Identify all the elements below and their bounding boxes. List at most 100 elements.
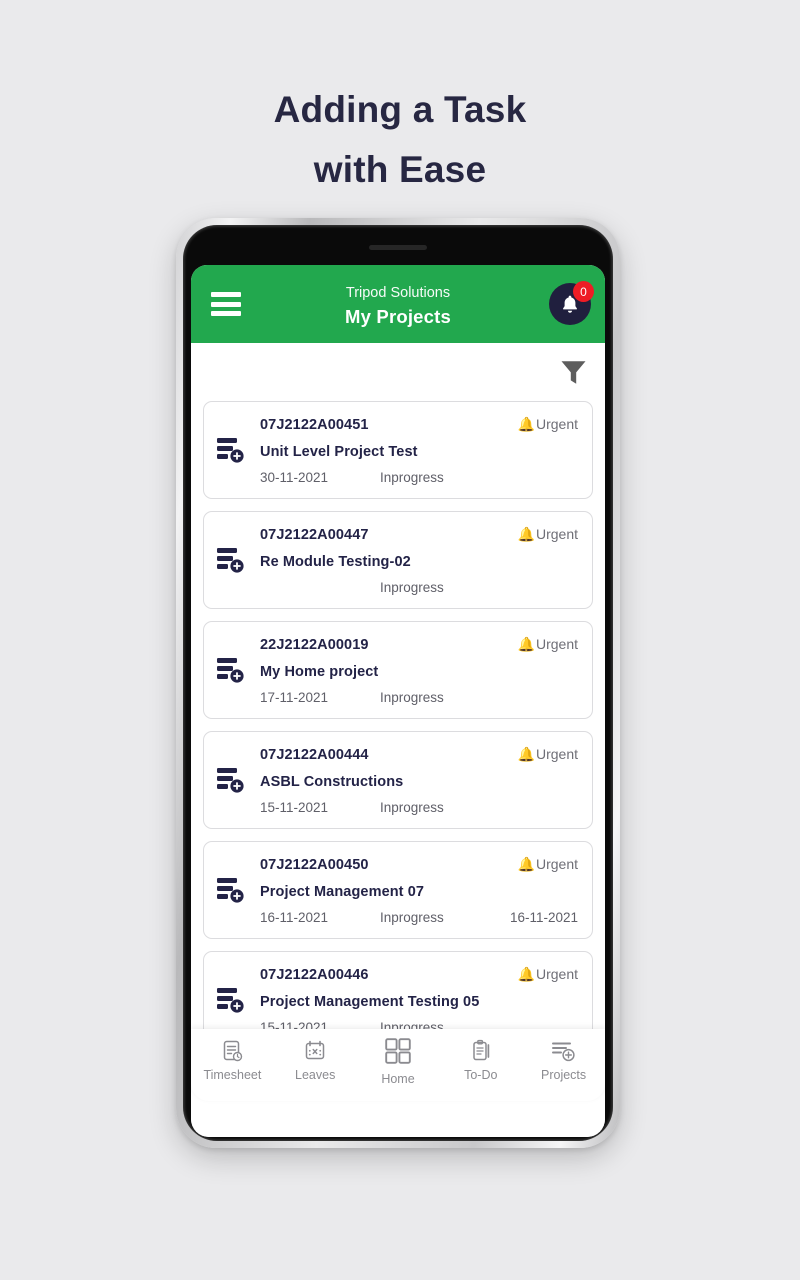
project-card[interactable]: 07J2122A00451 🔔 Urgent Unit Level Project… — [203, 401, 593, 499]
project-end-date — [488, 690, 578, 705]
nav-label: Projects — [541, 1068, 587, 1082]
bottom-navigation-bar: Timesheet Leaves Home To-Do Projects — [191, 1029, 605, 1101]
project-add-icon — [214, 545, 248, 575]
project-name: Re Module Testing-02 — [260, 553, 411, 570]
project-end-date — [488, 580, 578, 595]
project-card-body: 22J2122A00019 🔔 Urgent My Home project 17… — [260, 636, 578, 705]
priority-label: Urgent — [535, 415, 578, 432]
clipboard-clock-icon — [220, 1037, 244, 1065]
project-code: 07J2122A00446 — [260, 966, 369, 983]
bell-emoji-icon: 🔔 — [517, 855, 535, 872]
project-name: ASBL Constructions — [260, 773, 404, 790]
project-meta-row: Inprogress — [260, 580, 578, 595]
project-card-header: 07J2122A00451 🔔 Urgent — [260, 416, 578, 433]
project-meta-row: 15-11-2021 Inprogress — [260, 800, 578, 815]
project-add-icon — [214, 765, 248, 795]
filter-toolbar — [191, 343, 605, 401]
project-start-date: 15-11-2021 — [260, 799, 329, 815]
nav-item-leaves[interactable]: Leaves — [277, 1037, 353, 1082]
project-card-body: 07J2122A00451 🔔 Urgent Unit Level Project… — [260, 416, 578, 485]
nav-item-home[interactable]: Home — [360, 1037, 436, 1086]
project-card-header: 07J2122A00450 🔔 Urgent — [260, 856, 578, 873]
bell-emoji-icon: 🔔 — [517, 965, 535, 982]
nav-label: Timesheet — [203, 1068, 262, 1082]
project-name: Project Management Testing 05 — [260, 993, 480, 1010]
nav-item-timesheet[interactable]: Timesheet — [194, 1037, 270, 1082]
app-screen: Tripod Solutions My Projects 0 07J2122A0… — [191, 265, 605, 1137]
project-status: Inprogress — [380, 469, 444, 485]
project-card-list[interactable]: 07J2122A00451 🔔 Urgent Unit Level Project… — [191, 401, 605, 1137]
priority-badge: 🔔 Urgent — [518, 636, 578, 652]
project-add-icon — [551, 1037, 577, 1065]
notification-button[interactable]: 0 — [549, 281, 594, 325]
priority-badge: 🔔 Urgent — [518, 966, 578, 982]
project-status: Inprogress — [380, 689, 444, 705]
project-name: My Home project — [260, 663, 379, 680]
project-card-header: 07J2122A00446 🔔 Urgent — [260, 966, 578, 983]
app-header-bar: Tripod Solutions My Projects 0 — [191, 265, 605, 343]
page-title: Adding a Task with Ease — [0, 80, 800, 200]
bell-emoji-icon: 🔔 — [517, 635, 535, 652]
nav-label: To-Do — [464, 1068, 498, 1082]
calendar-icon — [303, 1037, 327, 1065]
priority-label: Urgent — [535, 635, 578, 652]
app-header-titles: Tripod Solutions My Projects — [191, 278, 605, 330]
project-status: Inprogress — [380, 579, 444, 595]
project-card-body: 07J2122A00446 🔔 Urgent Project Management… — [260, 966, 578, 1035]
bell-emoji-icon: 🔔 — [517, 415, 535, 432]
project-end-date: 16-11-2021 — [509, 909, 578, 925]
project-meta-row: 16-11-2021 Inprogress 16-11-2021 — [260, 910, 578, 925]
project-card[interactable]: 07J2122A00447 🔔 Urgent Re Module Testing-… — [203, 511, 593, 609]
phone-speaker-grille — [369, 245, 427, 250]
nav-item-projects[interactable]: Projects — [526, 1037, 602, 1082]
priority-badge: 🔔 Urgent — [518, 746, 578, 762]
project-end-date — [488, 800, 578, 815]
project-start-date — [260, 580, 380, 595]
project-start-date: 30-11-2021 — [260, 469, 329, 485]
bell-emoji-icon: 🔔 — [517, 525, 535, 542]
project-card[interactable]: 07J2122A00444 🔔 Urgent ASBL Constructions… — [203, 731, 593, 829]
page-title-line-2: with Ease — [313, 149, 487, 190]
project-card-body: 07J2122A00450 🔔 Urgent Project Management… — [260, 856, 578, 925]
project-start-date: 17-11-2021 — [260, 689, 329, 705]
project-add-icon — [214, 435, 248, 465]
project-meta-row: 30-11-2021 Inprogress — [260, 470, 578, 485]
project-card[interactable]: 07J2122A00450 🔔 Urgent Project Management… — [203, 841, 593, 939]
priority-badge: 🔔 Urgent — [518, 526, 578, 542]
nav-label: Home — [381, 1072, 415, 1086]
filter-funnel-icon[interactable] — [558, 357, 588, 387]
nav-item-todo[interactable]: To-Do — [443, 1037, 519, 1082]
hamburger-bar — [211, 311, 241, 316]
page-title-line-1: Adding a Task — [273, 89, 527, 130]
priority-label: Urgent — [535, 525, 578, 542]
bell-emoji-icon: 🔔 — [517, 745, 535, 762]
project-card-header: 07J2122A00447 🔔 Urgent — [260, 526, 578, 543]
project-card[interactable]: 22J2122A00019 🔔 Urgent My Home project 17… — [203, 621, 593, 719]
project-card-body: 07J2122A00444 🔔 Urgent ASBL Constructions… — [260, 746, 578, 815]
priority-label: Urgent — [535, 855, 578, 872]
project-end-date — [488, 470, 578, 485]
screen-title: My Projects — [344, 306, 452, 327]
priority-badge: 🔔 Urgent — [518, 856, 578, 872]
phone-screen-bezel: Tripod Solutions My Projects 0 07J2122A0… — [183, 225, 613, 1141]
project-meta-row: 17-11-2021 Inprogress — [260, 690, 578, 705]
project-code: 07J2122A00447 — [260, 526, 369, 543]
grid-squares-icon — [384, 1037, 412, 1065]
project-code: 07J2122A00451 — [260, 416, 369, 433]
project-card-header: 22J2122A00019 🔔 Urgent — [260, 636, 578, 653]
phone-mockup-frame: Tripod Solutions My Projects 0 07J2122A0… — [176, 218, 620, 1148]
project-start-date: 16-11-2021 — [260, 909, 329, 925]
company-name: Tripod Solutions — [345, 285, 451, 301]
priority-label: Urgent — [535, 745, 578, 762]
priority-badge: 🔔 Urgent — [518, 416, 578, 432]
project-status: Inprogress — [380, 909, 444, 925]
clipboard-list-icon — [469, 1037, 493, 1065]
project-code: 07J2122A00450 — [260, 856, 369, 873]
project-card-header: 07J2122A00444 🔔 Urgent — [260, 746, 578, 763]
nav-label: Leaves — [295, 1068, 336, 1082]
project-name: Project Management 07 — [260, 883, 425, 900]
priority-label: Urgent — [535, 965, 578, 982]
project-status: Inprogress — [380, 799, 444, 815]
notification-count-badge: 0 — [573, 281, 594, 302]
project-card-body: 07J2122A00447 🔔 Urgent Re Module Testing-… — [260, 526, 578, 595]
